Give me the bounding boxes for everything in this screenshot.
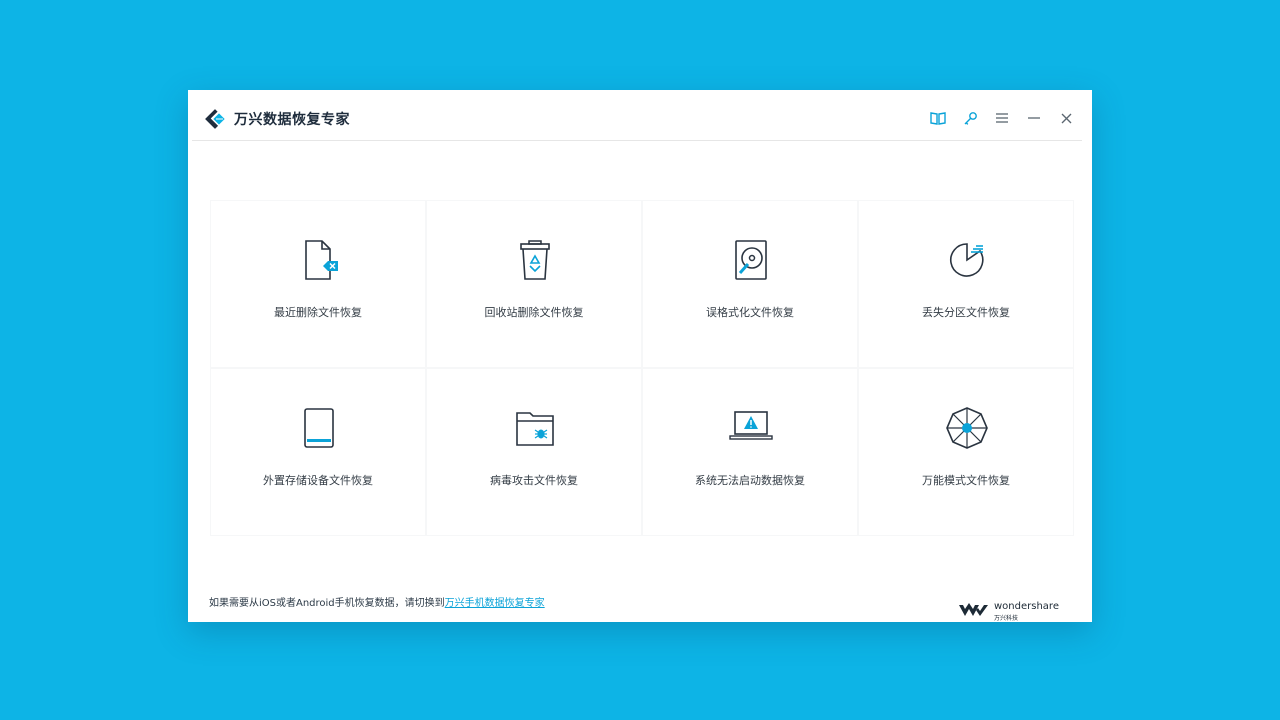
mode-card-lost-partition[interactable]: 丢失分区文件恢复 bbox=[858, 200, 1074, 368]
title-bar: 万兴数据恢复专家 bbox=[188, 90, 1092, 140]
app-window: 万兴数据恢复专家 最近删除文件恢复 回收站删除文件恢复 误格式化文件恢复 丢失分… bbox=[188, 90, 1092, 622]
mode-label: 外置存储设备文件恢复 bbox=[263, 474, 373, 487]
mobile-recovery-note: 如果需要从iOS或者Android手机恢复数据，请切换到万兴手机数据恢复专家 bbox=[209, 594, 545, 609]
title-buttons bbox=[922, 108, 1082, 128]
mode-label: 系统无法启动数据恢复 bbox=[695, 474, 805, 487]
mode-card-deleted-files[interactable]: 最近删除文件恢复 bbox=[210, 200, 426, 368]
recovery-mode-grid: 最近删除文件恢复 回收站删除文件恢复 误格式化文件恢复 丢失分区文件恢复 外置存… bbox=[210, 200, 1074, 536]
mode-label: 丢失分区文件恢复 bbox=[922, 306, 1010, 319]
mode-label: 万能模式文件恢复 bbox=[922, 474, 1010, 487]
book-icon bbox=[930, 112, 946, 125]
mode-card-external-device[interactable]: 外置存储设备文件恢复 bbox=[210, 368, 426, 536]
mode-label: 回收站删除文件恢复 bbox=[484, 306, 584, 319]
menu-icon bbox=[996, 113, 1008, 123]
app-title: 万兴数据恢复专家 bbox=[234, 112, 350, 128]
recycle-bin-icon bbox=[520, 240, 550, 280]
mode-label: 误格式化文件恢复 bbox=[706, 306, 794, 319]
mode-card-system-crash[interactable]: 系统无法启动数据恢复 bbox=[642, 368, 858, 536]
menu-button[interactable] bbox=[986, 108, 1018, 128]
virus-folder-icon bbox=[516, 412, 554, 446]
minimize-button[interactable] bbox=[1018, 108, 1050, 128]
mode-card-virus-attack[interactable]: 病毒攻击文件恢复 bbox=[426, 368, 642, 536]
wondershare-brand: wondershare 万兴科技 bbox=[958, 600, 1068, 622]
close-button[interactable] bbox=[1050, 108, 1082, 128]
close-icon bbox=[1061, 113, 1071, 123]
wondershare-logo-icon bbox=[959, 603, 988, 616]
note-text: 如果需要从iOS或者Android手机恢复数据，请切换到 bbox=[209, 598, 445, 609]
guide-button[interactable] bbox=[922, 108, 954, 128]
mobile-recovery-link[interactable]: 万兴手机数据恢复专家 bbox=[445, 598, 545, 609]
all-around-icon bbox=[946, 407, 988, 449]
title-divider bbox=[192, 140, 1082, 141]
formatted-disk-icon bbox=[735, 240, 767, 280]
mode-label: 病毒攻击文件恢复 bbox=[490, 474, 578, 487]
brand-subtitle: 万兴科技 bbox=[994, 615, 1019, 622]
mode-card-recycle-bin[interactable]: 回收站删除文件恢复 bbox=[426, 200, 642, 368]
brand-name: wondershare bbox=[994, 601, 1059, 612]
minimize-icon bbox=[1028, 117, 1040, 119]
key-icon bbox=[964, 111, 977, 125]
system-crash-icon bbox=[729, 411, 773, 440]
lost-partition-icon bbox=[949, 243, 984, 277]
mode-card-formatted[interactable]: 误格式化文件恢复 bbox=[642, 200, 858, 368]
mode-label: 最近删除文件恢复 bbox=[274, 306, 362, 319]
register-button[interactable] bbox=[954, 108, 986, 128]
deleted-file-icon bbox=[305, 240, 338, 280]
external-device-icon bbox=[304, 408, 334, 448]
app-logo-icon bbox=[205, 109, 227, 129]
mode-card-all-around[interactable]: 万能模式文件恢复 bbox=[858, 368, 1074, 536]
